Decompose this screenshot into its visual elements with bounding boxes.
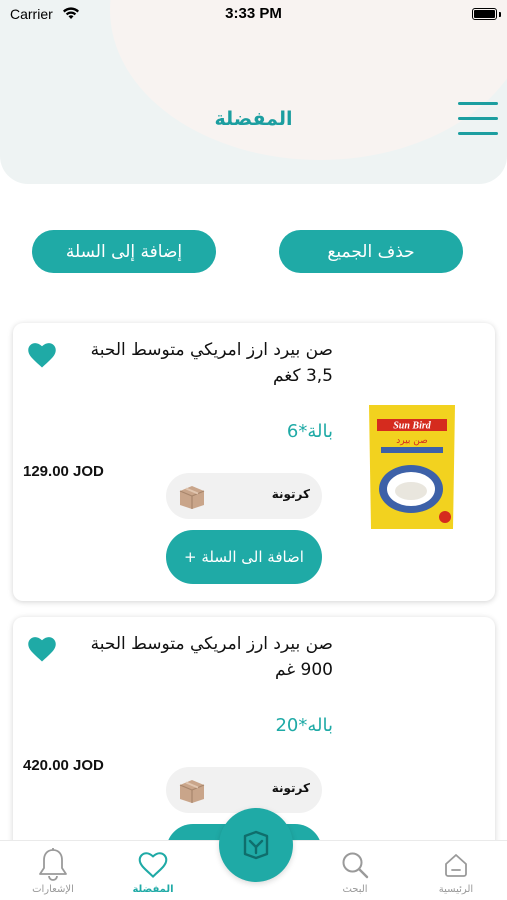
home-icon (445, 854, 467, 877)
favorite-product-card: صن بيرد ارز امريكي متوسط الحبة 3,5 كغم ب… (13, 323, 495, 601)
unit-label: كرتونة (271, 487, 310, 501)
tab-label: الإشعارات (32, 884, 74, 895)
box-icon (179, 486, 205, 509)
tab-notifications[interactable]: الإشعارات (3, 841, 103, 900)
delete-all-button[interactable]: حذف الجميع (279, 230, 463, 273)
heart-icon[interactable] (27, 341, 57, 369)
unit-label: كرتونة (271, 781, 310, 795)
product-brand-label: Sun Bird (393, 421, 432, 432)
tab-label: المفضلة (132, 884, 174, 895)
box-icon (179, 780, 205, 803)
page-title: المفضلة (214, 108, 293, 130)
status-bar: Carrier 3:33 PM (0, 0, 507, 30)
center-home-button[interactable] (219, 808, 293, 882)
heart-icon[interactable] (27, 635, 57, 663)
clock: 3:33 PM (225, 5, 282, 22)
product-quantity: باله*20 (275, 715, 333, 736)
product-brand-label-ar: صن بيرد (396, 436, 428, 446)
unit-selector[interactable]: كرتونة (166, 767, 322, 813)
tab-search[interactable]: البحث (305, 841, 405, 900)
battery-icon (472, 8, 497, 20)
app-logo-icon (243, 830, 269, 860)
tab-favorites[interactable]: المفضلة (103, 841, 203, 900)
tab-label: الرئيسية (438, 884, 474, 895)
bell-icon (39, 848, 67, 881)
add-to-cart-button[interactable]: اضافة الى السلة + (166, 530, 322, 584)
tab-home[interactable]: الرئيسية (406, 841, 506, 900)
product-name: صن بيرد ارز امريكي متوسط الحبة 900 غم (90, 634, 333, 680)
hamburger-icon[interactable] (456, 100, 500, 138)
heart-icon (138, 852, 168, 878)
tab-label: البحث (342, 884, 368, 895)
unit-selector[interactable]: كرتونة (166, 473, 322, 519)
product-quantity: بالة*6 (286, 421, 333, 442)
product-name: صن بيرد ارز امريكي متوسط الحبة 3,5 كغم (90, 340, 333, 386)
add-all-to-cart-button[interactable]: إضافة إلى السلة (32, 230, 216, 273)
product-price: 420.00 JOD (23, 757, 104, 774)
product-image: Sun Bird صن بيرد (369, 405, 455, 529)
product-price: 129.00 JOD (23, 463, 104, 480)
search-icon (342, 852, 369, 879)
battery-tip (499, 12, 501, 17)
